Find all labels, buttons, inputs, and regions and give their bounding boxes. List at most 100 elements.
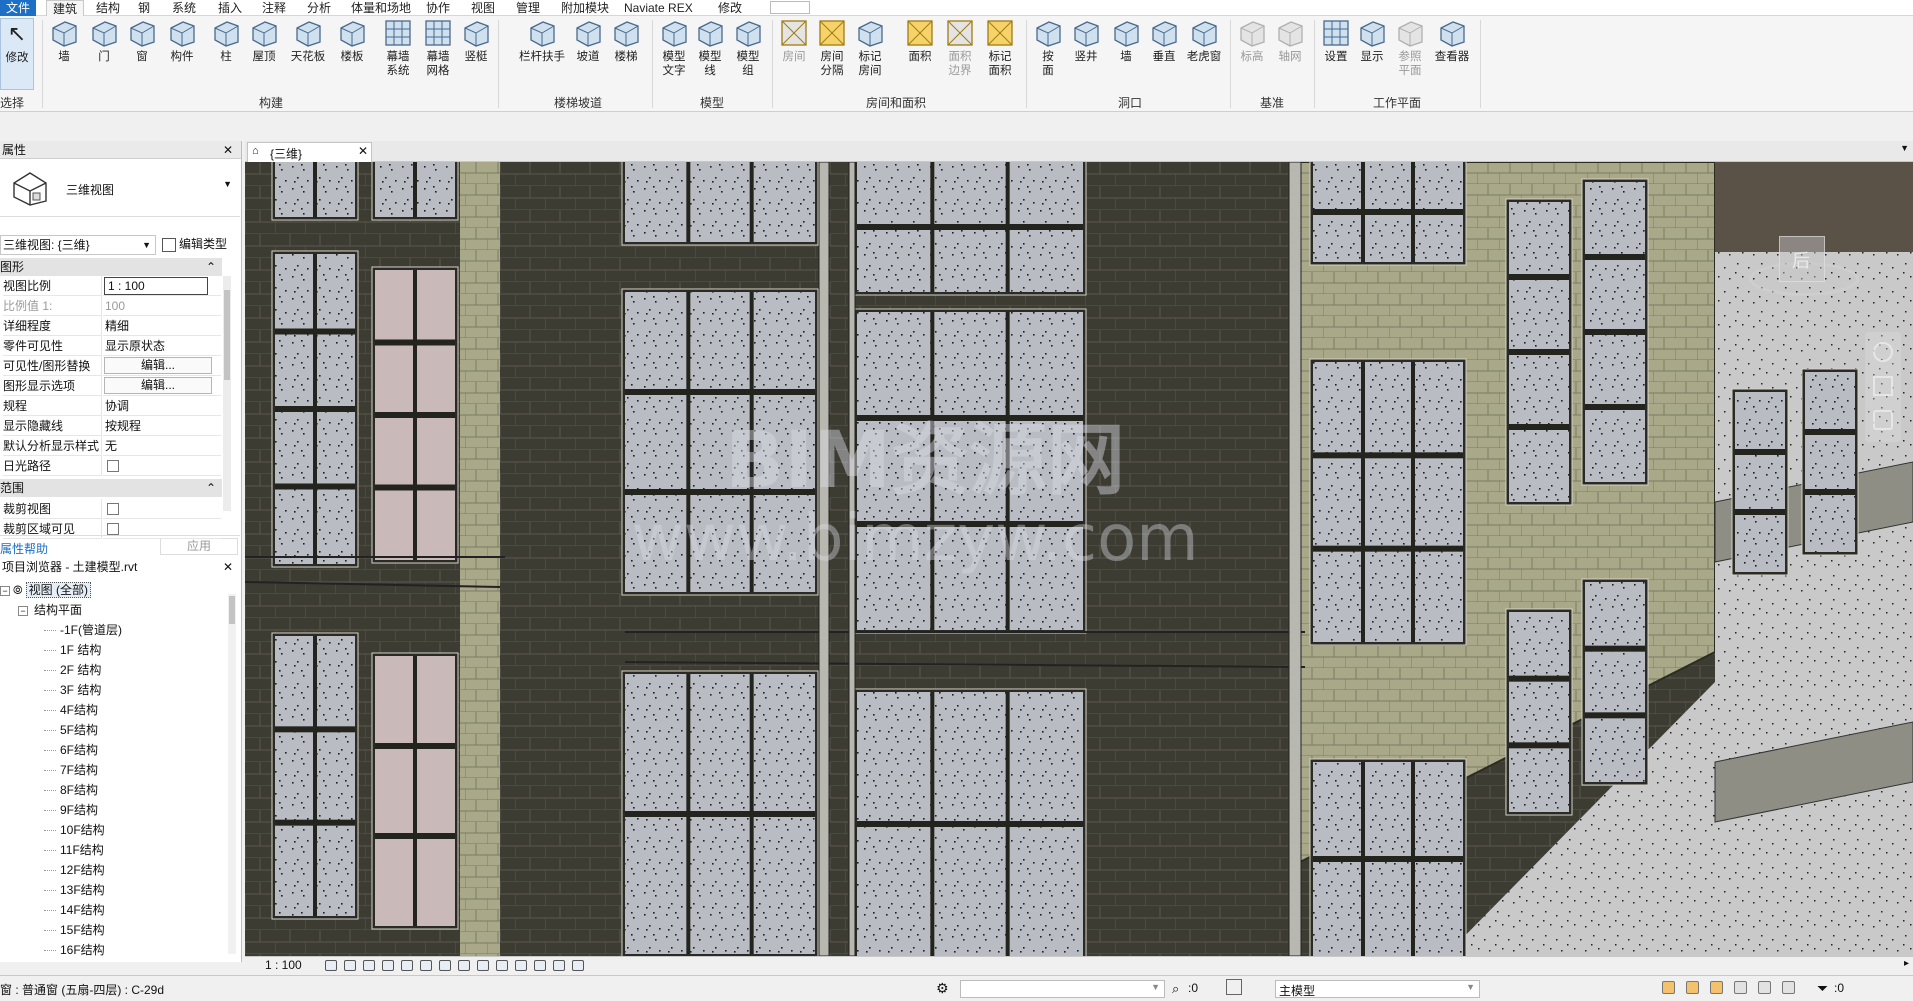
property-value[interactable] xyxy=(103,456,221,476)
property-value[interactable]: 精细 xyxy=(103,316,221,336)
menu-tab[interactable]: 注释 xyxy=(256,0,292,16)
ribbon-button[interactable]: 标高 xyxy=(1234,18,1270,64)
tree-item-view[interactable]: 15F结构 xyxy=(44,920,105,940)
design-options-icon[interactable] xyxy=(1226,979,1242,995)
filter-icon[interactable]: ⏷ xyxy=(1817,980,1828,997)
ribbon-button[interactable]: 柱 xyxy=(208,18,244,64)
menu-tab[interactable]: Naviate REX xyxy=(618,0,699,16)
ribbon-button[interactable]: 模型 文字 xyxy=(656,18,692,78)
tree-item-view[interactable]: 14F结构 xyxy=(44,900,105,920)
property-value[interactable]: 按规程 xyxy=(103,416,221,436)
checkbox[interactable] xyxy=(107,460,119,472)
scrollbar-thumb[interactable] xyxy=(224,290,230,380)
reveal-hidden-icon[interactable] xyxy=(496,960,508,971)
ribbon-button[interactable]: 面积 xyxy=(902,18,938,64)
tree-item-view[interactable]: 5F结构 xyxy=(44,720,98,740)
menu-tab[interactable]: 插入 xyxy=(212,0,248,16)
menu-tab[interactable]: 附加模块 xyxy=(555,0,615,16)
browser-scrollbar[interactable] xyxy=(228,594,236,954)
tree-item-view[interactable]: 3F 结构 xyxy=(44,680,101,700)
property-value[interactable]: 编辑... xyxy=(103,356,221,376)
chevron-right-icon[interactable]: ▸ xyxy=(1904,958,1909,969)
menu-tab[interactable]: 文件 xyxy=(0,0,37,16)
checkbox[interactable] xyxy=(107,523,119,535)
select-underlay-icon[interactable] xyxy=(1686,981,1699,994)
temp-hide-icon[interactable] xyxy=(477,960,489,971)
highlight-icon[interactable] xyxy=(534,960,546,971)
scale-input[interactable]: 1 : 100 xyxy=(104,277,208,295)
menu-tab[interactable]: 结构 xyxy=(90,0,126,16)
tree-item-view[interactable]: 8F结构 xyxy=(44,780,98,800)
show-crop-icon[interactable] xyxy=(458,960,470,971)
ribbon-button[interactable]: 墙 xyxy=(46,18,82,64)
3d-viewport[interactable]: BIM资源网 www.bimzyw.com 后 xyxy=(245,162,1913,956)
section-extents[interactable]: 范围 ⌃ xyxy=(0,479,222,497)
property-value[interactable]: 1 : 100 xyxy=(103,276,221,296)
ribbon-button[interactable]: 显示 xyxy=(1354,18,1390,64)
viewcube[interactable]: 后 xyxy=(1745,222,1865,312)
property-value[interactable]: 协调 xyxy=(103,396,221,416)
ribbon-button[interactable]: 门 xyxy=(86,18,122,64)
menu-tab[interactable]: 视图 xyxy=(465,0,501,16)
filter-select-icon[interactable]: ⌕ xyxy=(1172,981,1179,997)
menu-tab[interactable]: 体量和场地 xyxy=(345,0,417,16)
ribbon-button[interactable]: 楼梯 xyxy=(608,18,644,64)
checkbox[interactable] xyxy=(107,503,119,515)
orbit-icon[interactable] xyxy=(1873,410,1893,430)
tree-item-view[interactable]: 4F结构 xyxy=(44,700,98,720)
zoom-icon[interactable] xyxy=(1873,376,1893,396)
ribbon-minimize-button[interactable] xyxy=(770,1,810,14)
ribbon-button[interactable]: 模型 线 xyxy=(692,18,728,78)
close-icon[interactable]: ✕ xyxy=(358,144,368,158)
ribbon-button[interactable]: 面积 边界 xyxy=(942,18,978,78)
render-icon[interactable] xyxy=(401,960,413,971)
analytical-icon[interactable] xyxy=(515,960,527,971)
menu-tab[interactable]: 分析 xyxy=(301,0,337,16)
select-dropdown[interactable]: 选择 xyxy=(0,94,40,110)
tree-item-view[interactable]: 13F结构 xyxy=(44,880,105,900)
ribbon-button[interactable]: 屋顶 xyxy=(246,18,282,64)
worksharing-display-icon[interactable] xyxy=(572,960,584,971)
crop-view-icon[interactable] xyxy=(439,960,451,971)
property-value[interactable]: 显示原状态 xyxy=(103,336,221,356)
tree-item-view[interactable]: -1F(管道层) xyxy=(44,620,122,640)
edit-type-button[interactable]: 编辑类型 xyxy=(162,235,240,255)
close-icon[interactable]: ✕ xyxy=(223,141,233,159)
tree-item-view[interactable]: 12F结构 xyxy=(44,860,105,880)
ribbon-button[interactable]: 窗 xyxy=(124,18,160,64)
ribbon-button[interactable]: 竖井 xyxy=(1068,18,1104,64)
menu-tab[interactable]: 系统 xyxy=(166,0,202,16)
ribbon-button[interactable]: 模型 组 xyxy=(730,18,766,78)
properties-scrollbar[interactable] xyxy=(223,276,231,511)
ribbon-button[interactable]: 查看器 xyxy=(1430,18,1474,64)
view-tab-3d[interactable]: ⌂ {三维} ✕ xyxy=(247,142,372,162)
ribbon-button[interactable]: 幕墙 网格 xyxy=(420,18,456,78)
property-value[interactable]: 100 xyxy=(103,296,221,316)
tree-item-view[interactable]: 9F结构 xyxy=(44,800,98,820)
modify-button[interactable]: ↖ 修改 xyxy=(0,18,34,90)
property-value[interactable] xyxy=(103,499,221,519)
drag-elements-icon[interactable] xyxy=(1758,981,1771,994)
ribbon-button[interactable]: 参照 平面 xyxy=(1392,18,1428,78)
tree-item-view[interactable]: 16F结构 xyxy=(44,940,105,960)
tree-item-view[interactable]: 10F结构 xyxy=(44,820,105,840)
select-pinned-icon[interactable] xyxy=(1710,981,1723,994)
workset-combo[interactable]: ▼ xyxy=(960,980,1165,998)
ribbon-button[interactable]: 房间 xyxy=(776,18,812,64)
ribbon-button[interactable]: 轴网 xyxy=(1272,18,1308,64)
sun-path-icon[interactable] xyxy=(363,960,375,971)
edit-button[interactable]: 编辑... xyxy=(104,357,212,374)
ribbon-button[interactable]: 标记 面积 xyxy=(982,18,1018,78)
ribbon-button[interactable]: 构件 xyxy=(164,18,200,64)
worksharing-icon[interactable]: ⚙ xyxy=(936,980,949,997)
ribbon-button[interactable]: 楼板 xyxy=(334,18,370,64)
instance-filter-dropdown[interactable]: 三维视图: {三维} ▼ xyxy=(0,235,156,255)
type-selector[interactable]: 三维视图 ▼ xyxy=(0,161,240,217)
ribbon-button[interactable]: 按 面 xyxy=(1030,18,1066,78)
section-graphics[interactable]: 图形 ⌃ xyxy=(0,258,222,276)
tab-list-dropdown-icon[interactable]: ▼ xyxy=(1900,143,1909,153)
ribbon-button[interactable]: 标记 房间 xyxy=(852,18,888,78)
constraints-icon[interactable] xyxy=(553,960,565,971)
menu-tab[interactable]: 修改 xyxy=(712,0,748,16)
select-by-face-icon[interactable] xyxy=(1734,981,1747,994)
